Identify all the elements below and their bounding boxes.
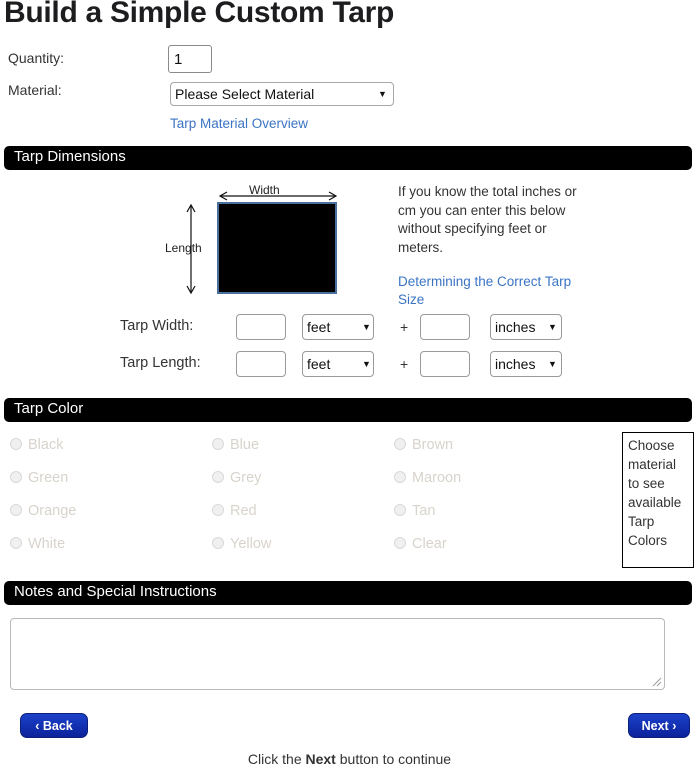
plus-sign-width: + [400, 319, 409, 335]
tarp-length-feet-input[interactable] [236, 351, 286, 377]
tarp-material-overview-link[interactable]: Tarp Material Overview [170, 116, 308, 131]
radio-icon[interactable] [10, 438, 22, 450]
color-option-clear[interactable]: Clear [394, 536, 447, 552]
notes-textarea[interactable] [10, 618, 665, 690]
material-select[interactable]: Please Select Material [170, 82, 394, 106]
page-title: Build a Simple Custom Tarp [4, 0, 395, 29]
color-option-grey[interactable]: Grey [212, 470, 261, 486]
tarp-width-unit-select[interactable]: feet [302, 314, 374, 340]
chevron-right-icon: › [672, 718, 677, 733]
color-hint-box: Choose material to see available Tarp Co… [622, 432, 694, 568]
next-button[interactable]: Next › [628, 713, 690, 738]
color-option-red[interactable]: Red [212, 503, 257, 519]
tarp-width-inches-input[interactable] [420, 314, 470, 340]
back-button[interactable]: ‹ Back [20, 713, 88, 738]
radio-icon[interactable] [10, 537, 22, 549]
radio-icon[interactable] [394, 438, 406, 450]
color-option-blue[interactable]: Blue [212, 437, 259, 453]
radio-icon[interactable] [212, 438, 224, 450]
quantity-label: Quantity: [8, 50, 65, 66]
tarp-width-minor-unit-select[interactable]: inches [490, 314, 562, 340]
radio-icon[interactable] [394, 537, 406, 549]
determining-tarp-size-link[interactable]: Determining the Correct Tarp Size [398, 273, 573, 309]
footer-instruction: Click the Next button to continue [0, 751, 699, 767]
tarp-builder-page: Build a Simple Custom Tarp Quantity: Mat… [0, 0, 699, 774]
tarp-length-unit-select[interactable]: feet [302, 351, 374, 377]
color-option-orange[interactable]: Orange [10, 503, 76, 519]
quantity-input[interactable] [168, 45, 212, 73]
section-header-dimensions: Tarp Dimensions [4, 146, 692, 170]
dimensions-info-text: If you know the total inches or cm you c… [398, 184, 577, 255]
color-option-black[interactable]: Black [10, 437, 63, 453]
tarp-length-label: Tarp Length: [120, 355, 201, 371]
section-header-color: Tarp Color [4, 398, 692, 422]
color-option-yellow[interactable]: Yellow [212, 536, 271, 552]
back-button-label: Back [42, 718, 73, 733]
radio-icon[interactable] [10, 504, 22, 516]
footer-bold-next: Next [305, 751, 336, 767]
tarp-length-inches-input[interactable] [420, 351, 470, 377]
color-option-green[interactable]: Green [10, 470, 68, 486]
radio-icon[interactable] [394, 471, 406, 483]
footer-prefix: Click the [247, 751, 306, 767]
tarp-width-label: Tarp Width: [120, 318, 194, 334]
color-option-brown[interactable]: Brown [394, 437, 453, 453]
radio-icon[interactable] [10, 471, 22, 483]
tarp-length-minor-unit-select[interactable]: inches [490, 351, 562, 377]
length-arrow-icon [186, 203, 196, 295]
radio-icon[interactable] [212, 504, 224, 516]
tarp-preview-rect [217, 202, 337, 294]
plus-sign-length: + [400, 356, 409, 372]
tarp-diagram: Width Length [165, 183, 350, 305]
color-option-white[interactable]: White [10, 536, 65, 552]
color-option-maroon[interactable]: Maroon [394, 470, 461, 486]
chevron-left-icon: ‹ [35, 718, 40, 733]
tarp-width-feet-input[interactable] [236, 314, 286, 340]
section-header-notes: Notes and Special Instructions [4, 581, 692, 605]
footer-suffix: button to continue [335, 751, 452, 767]
width-arrow-icon [218, 191, 338, 201]
material-label: Material: [8, 82, 62, 98]
radio-icon[interactable] [212, 471, 224, 483]
radio-icon[interactable] [394, 504, 406, 516]
next-button-label: Next [641, 718, 669, 733]
radio-icon[interactable] [212, 537, 224, 549]
color-option-tan[interactable]: Tan [394, 503, 435, 519]
